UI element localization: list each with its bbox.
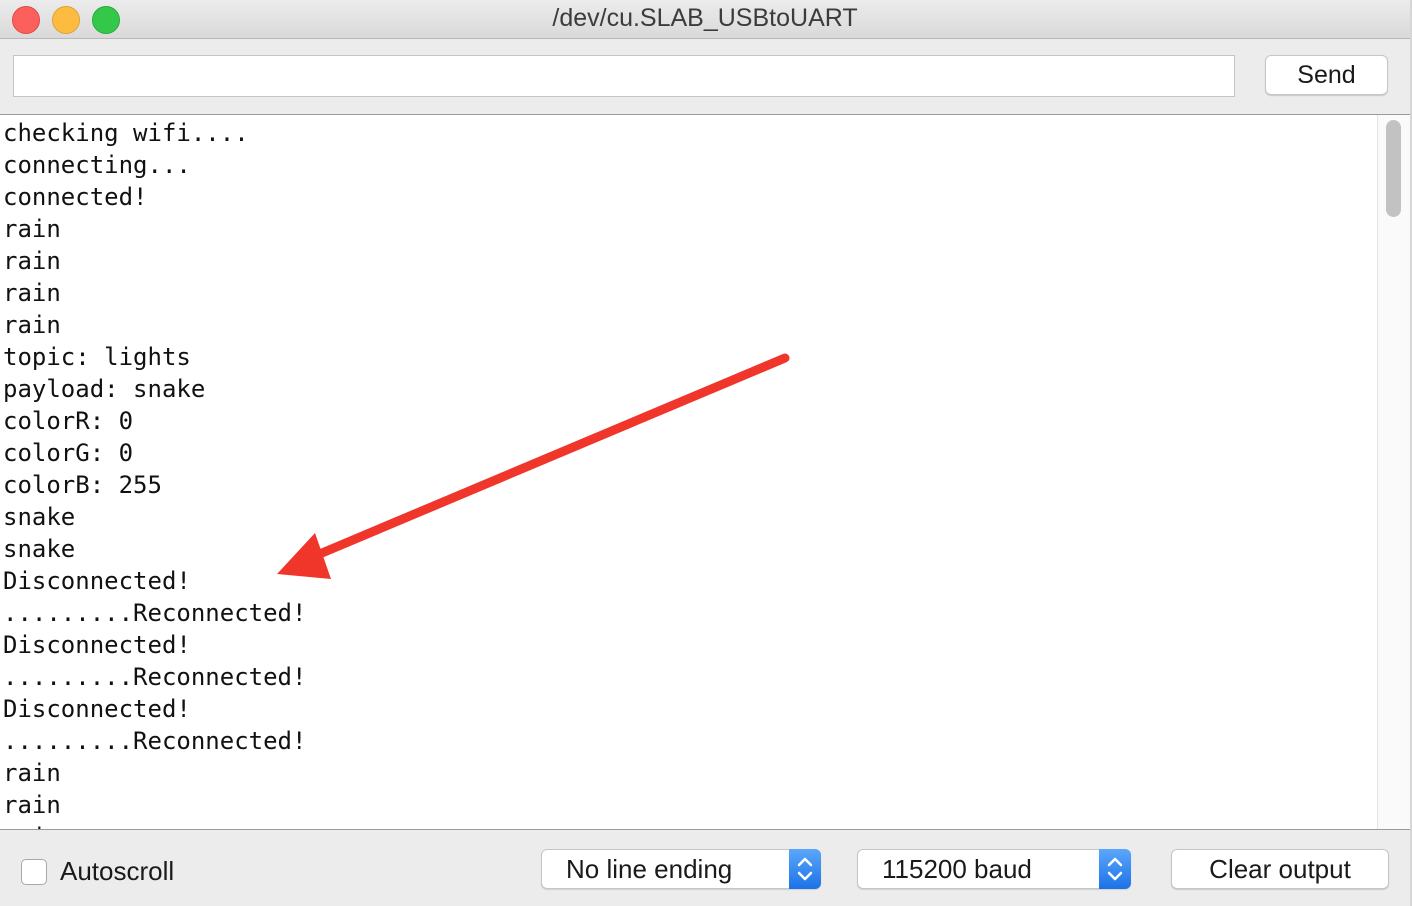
output-line: rain	[3, 821, 306, 829]
output-line: rain	[3, 791, 61, 819]
output-line: .........Reconnected!	[3, 599, 307, 627]
line-ending-value: No line ending	[566, 854, 733, 884]
output-line: connecting...	[3, 151, 191, 179]
output-line: rain	[3, 759, 61, 787]
output-line: .........Reconnected!	[3, 727, 307, 755]
output-line: colorR: 0	[3, 407, 134, 435]
output-line: checking wifi....	[3, 119, 249, 147]
clear-output-button[interactable]: Clear output	[1171, 849, 1389, 889]
output-scrollbar[interactable]	[1377, 115, 1410, 829]
output-line: colorG: 0	[3, 439, 134, 467]
baud-rate-select[interactable]: 115200 baud	[857, 849, 1131, 889]
chevron-up-down-icon	[789, 849, 821, 889]
window-title: /dev/cu.SLAB_USBtoUART	[552, 4, 858, 32]
bottom-toolbar: Autoscroll No line ending 115200 baud Cl…	[0, 830, 1410, 906]
output-line: snake	[3, 503, 76, 531]
output-line: rain	[3, 247, 61, 275]
serial-output-lines: checking wifi.... connecting... connected!…	[3, 117, 307, 829]
output-line: Disconnected!	[3, 567, 191, 595]
output-scrollbar-thumb[interactable]	[1386, 120, 1401, 217]
output-line: rain	[3, 279, 61, 307]
output-line: Disconnected!	[3, 695, 191, 723]
annotation-arrow-shaft	[317, 353, 790, 558]
send-input[interactable]	[13, 55, 1235, 97]
output-line: rain	[3, 311, 61, 339]
output-line: topic: lights	[3, 343, 191, 371]
send-button[interactable]: Send	[1265, 55, 1388, 95]
output-line: connected!	[3, 183, 148, 211]
output-line: payload: snake	[3, 375, 206, 403]
output-line: .........Reconnected!	[3, 663, 307, 691]
output-line: Disconnected!	[3, 631, 191, 659]
baud-rate-value: 115200 baud	[882, 854, 1032, 884]
autoscroll-checkbox[interactable]	[21, 859, 47, 885]
output-line: rain	[3, 215, 61, 243]
title-bar: /dev/cu.SLAB_USBtoUART	[0, 0, 1410, 39]
autoscroll-label: Autoscroll	[60, 856, 175, 886]
output-line: colorB: 255	[3, 471, 162, 499]
output-line: snake	[3, 535, 76, 563]
chevron-up-down-icon	[1099, 849, 1131, 889]
serial-output-area[interactable]: checking wifi.... connecting... connected!…	[0, 114, 1410, 830]
line-ending-select[interactable]: No line ending	[541, 849, 821, 889]
serial-monitor-window: /dev/cu.SLAB_USBtoUART Send checking wif…	[0, 0, 1412, 906]
